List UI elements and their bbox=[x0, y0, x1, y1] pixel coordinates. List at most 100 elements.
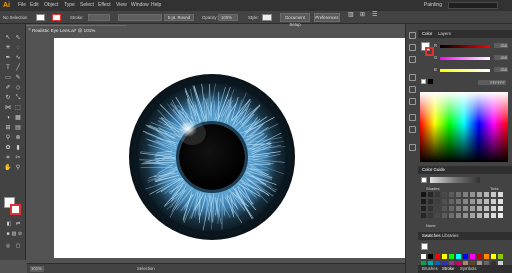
swap-colors-icon[interactable]: ⇄ bbox=[13, 220, 23, 229]
tab-stroke[interactable]: Stroke bbox=[442, 265, 454, 273]
tab-color-guide[interactable]: Color Guide bbox=[422, 166, 445, 174]
opacity-field[interactable]: 100% bbox=[218, 14, 238, 21]
mesh-tool-icon[interactable]: ⊞ bbox=[3, 124, 13, 133]
guide-swatch[interactable] bbox=[498, 199, 503, 204]
guide-swatch[interactable] bbox=[498, 213, 503, 218]
guide-swatch[interactable] bbox=[456, 192, 461, 197]
none-mode-icon[interactable]: ⊘ bbox=[15, 230, 25, 239]
hex-field[interactable]: FFFFFF bbox=[478, 80, 506, 85]
curvature-tool-icon[interactable]: ∿ bbox=[13, 54, 23, 63]
color-swatch[interactable] bbox=[484, 254, 489, 259]
lasso-tool-icon[interactable]: ◌ bbox=[13, 44, 23, 53]
guide-swatch[interactable] bbox=[456, 206, 461, 211]
guide-swatch[interactable] bbox=[435, 199, 440, 204]
guide-swatch[interactable] bbox=[442, 192, 447, 197]
free-transform-tool-icon[interactable]: ⬚ bbox=[13, 104, 23, 113]
blue-value-field[interactable]: 255 bbox=[494, 67, 508, 72]
harmony-rules-bar[interactable] bbox=[430, 177, 480, 183]
paintbrush-tool-icon[interactable]: ✎ bbox=[13, 74, 23, 83]
pen-tool-icon[interactable]: ✒ bbox=[3, 54, 13, 63]
guide-swatch[interactable] bbox=[435, 206, 440, 211]
hand-tool-icon[interactable]: ✋ bbox=[3, 164, 13, 173]
guide-swatch[interactable] bbox=[463, 199, 468, 204]
black-swatch[interactable] bbox=[428, 79, 433, 84]
guide-swatch[interactable] bbox=[477, 192, 482, 197]
fill-color-swatch[interactable] bbox=[36, 14, 45, 21]
libraries-icon[interactable] bbox=[409, 44, 416, 51]
close-document-icon[interactable]: × bbox=[28, 27, 31, 33]
scale-tool-icon[interactable]: ⤡ bbox=[13, 94, 23, 103]
align-panel-icon[interactable] bbox=[409, 126, 416, 133]
guide-swatch[interactable] bbox=[463, 192, 468, 197]
guide-swatch[interactable] bbox=[498, 192, 503, 197]
menu-select[interactable]: Select bbox=[80, 2, 94, 9]
guide-swatch[interactable] bbox=[428, 199, 433, 204]
color-swatch[interactable] bbox=[470, 254, 475, 259]
graphic-styles-icon[interactable] bbox=[409, 114, 416, 121]
menu-help[interactable]: Help bbox=[151, 2, 161, 9]
direct-selection-tool-icon[interactable]: ⇖ bbox=[13, 34, 23, 43]
transform-icon[interactable]: ⊞ bbox=[360, 12, 365, 18]
stroke-weight-field[interactable] bbox=[88, 14, 110, 21]
rectangle-tool-icon[interactable]: ▭ bbox=[3, 74, 13, 83]
tab-color[interactable]: Color bbox=[422, 30, 432, 38]
variable-width-profile[interactable] bbox=[118, 14, 162, 21]
guide-swatch[interactable] bbox=[491, 206, 496, 211]
color-swatch[interactable] bbox=[463, 254, 468, 259]
tab-layers[interactable]: Layers bbox=[438, 30, 451, 38]
shaper-tool-icon[interactable]: ✐ bbox=[3, 84, 13, 93]
gradient-icon[interactable] bbox=[409, 86, 416, 93]
menu-view[interactable]: View bbox=[116, 2, 127, 9]
color-swatch[interactable] bbox=[456, 254, 461, 259]
blend-tool-icon[interactable]: ⊗ bbox=[13, 134, 23, 143]
transparency-icon[interactable] bbox=[409, 74, 416, 81]
color-guide-grid[interactable] bbox=[421, 192, 509, 220]
artboard-tool-icon[interactable]: ⌗ bbox=[3, 154, 13, 163]
guide-swatch[interactable] bbox=[484, 206, 489, 211]
guide-swatch[interactable] bbox=[421, 199, 426, 204]
guide-swatch[interactable] bbox=[449, 206, 454, 211]
stroke-swatch[interactable] bbox=[10, 204, 21, 215]
magic-wand-tool-icon[interactable]: ✳ bbox=[3, 44, 13, 53]
guide-swatch[interactable] bbox=[484, 213, 489, 218]
guide-swatch[interactable] bbox=[470, 206, 475, 211]
color-panel-stroke-swatch[interactable] bbox=[425, 47, 434, 56]
guide-swatch[interactable] bbox=[428, 206, 433, 211]
menu-effect[interactable]: Effect bbox=[98, 2, 111, 9]
appearance-icon[interactable] bbox=[409, 98, 416, 105]
graphic-style-swatch[interactable] bbox=[262, 14, 272, 21]
guide-swatch[interactable] bbox=[463, 213, 468, 218]
brush-definition-select[interactable]: 5 pt. Round bbox=[164, 14, 194, 21]
document-tab[interactable]: Realistic Eye Lens.ai* @ 101% (RGB/Previ… bbox=[26, 25, 126, 42]
tab-symbols[interactable]: Symbols bbox=[460, 265, 476, 273]
guide-swatch[interactable] bbox=[456, 199, 461, 204]
guide-swatch[interactable] bbox=[442, 199, 447, 204]
swatches-fill-indicator[interactable] bbox=[421, 243, 428, 250]
guide-swatch[interactable] bbox=[491, 213, 496, 218]
properties-icon[interactable] bbox=[409, 32, 416, 39]
line-tool-icon[interactable]: ╱ bbox=[13, 64, 23, 73]
tab-swatches[interactable]: Swatches bbox=[422, 232, 441, 240]
guide-swatch[interactable] bbox=[442, 206, 447, 211]
shape-builder-tool-icon[interactable]: ◑ bbox=[3, 114, 13, 123]
search-input[interactable] bbox=[448, 2, 498, 9]
guide-swatch[interactable] bbox=[442, 213, 447, 218]
column-graph-tool-icon[interactable]: ▮ bbox=[13, 144, 23, 153]
slice-tool-icon[interactable]: ✂ bbox=[13, 154, 23, 163]
guide-swatch[interactable] bbox=[449, 213, 454, 218]
base-color-swatch[interactable] bbox=[421, 177, 427, 183]
guide-swatch[interactable] bbox=[449, 192, 454, 197]
white-swatch[interactable] bbox=[421, 79, 426, 84]
tab-brushes[interactable]: Brushes bbox=[422, 265, 438, 273]
guide-swatch[interactable] bbox=[477, 206, 482, 211]
green-slider[interactable] bbox=[440, 57, 490, 60]
guide-swatch[interactable] bbox=[449, 199, 454, 204]
color-swatch[interactable] bbox=[428, 254, 433, 259]
selection-tool-icon[interactable]: ↖ bbox=[3, 34, 13, 43]
guide-swatch[interactable] bbox=[421, 213, 426, 218]
guide-swatch[interactable] bbox=[463, 206, 468, 211]
menu-window[interactable]: Window bbox=[131, 2, 149, 9]
guide-swatch[interactable] bbox=[456, 213, 461, 218]
zoom-tool-icon[interactable]: ⚲ bbox=[13, 164, 23, 173]
eye-artwork[interactable] bbox=[128, 73, 296, 241]
